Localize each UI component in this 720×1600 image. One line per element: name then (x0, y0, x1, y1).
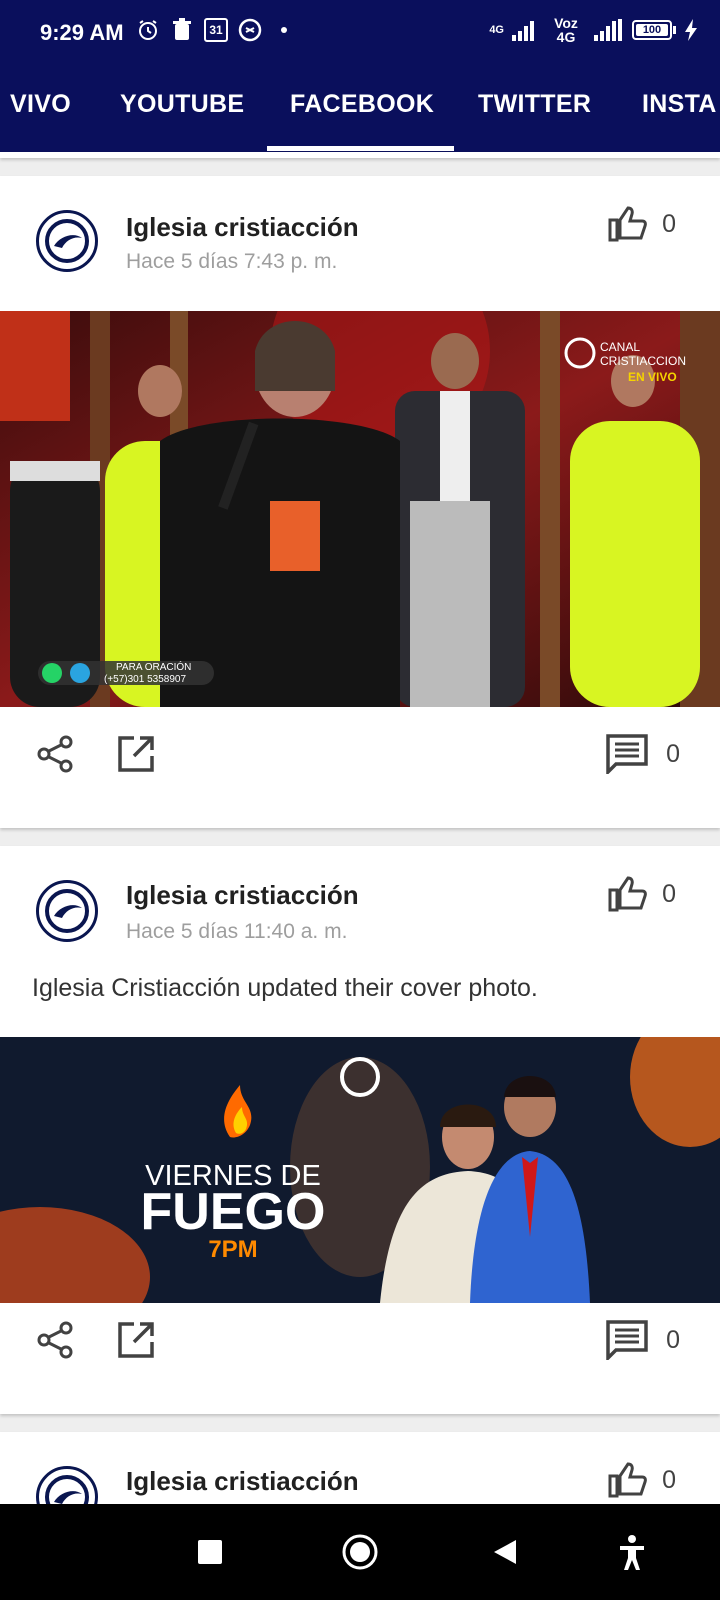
share-icon (37, 1321, 73, 1359)
author-avatar[interactable] (36, 210, 98, 272)
channel-line-2: CRISTIACCION (600, 354, 686, 368)
prayer-phone: (+57)301 5358907 (104, 674, 186, 685)
open-external-button[interactable] (116, 1320, 156, 1365)
church-logo-icon (45, 889, 89, 933)
battery-icon: 100 (632, 20, 676, 40)
comment-icon (606, 1320, 648, 1360)
like-count: 0 (662, 209, 676, 238)
tab-facebook[interactable]: FACEBOOK (290, 90, 434, 119)
like-button[interactable]: 0 (608, 876, 676, 912)
post-card: Iglesia cristiacción Hace 5 días 11:40 a… (0, 846, 720, 1414)
like-count: 0 (662, 879, 676, 908)
post-image[interactable]: CANAL CRISTIACCION EN VIVO PARA ORACIÓN … (0, 311, 720, 707)
trash-icon (170, 18, 194, 42)
like-button[interactable]: 0 (608, 206, 676, 242)
open-external-icon (118, 1322, 154, 1358)
calendar-day: 31 (209, 23, 223, 37)
tab-vivo[interactable]: VIVO (10, 90, 71, 119)
dot-icon (272, 18, 296, 42)
thumbs-up-icon (608, 206, 647, 242)
comment-count: 0 (666, 739, 680, 768)
status-icons: 31 (136, 18, 296, 42)
post-image[interactable]: VIERNES DE FUEGO 7PM (0, 1037, 720, 1303)
post-timestamp: Hace 5 días 11:40 a. m. (126, 920, 348, 943)
tab-youtube[interactable]: YOUTUBE (120, 90, 244, 119)
post-timestamp: Hace 5 días 7:43 p. m. (126, 250, 338, 273)
accessibility-icon[interactable] (618, 1534, 646, 1570)
church-logo-icon (45, 1475, 89, 1504)
selected-tab-indicator (267, 146, 454, 151)
alarm-icon (136, 18, 160, 42)
author-avatar[interactable] (36, 1466, 98, 1504)
thumbs-up-icon (608, 1462, 647, 1498)
banner-line-2: FUEGO (141, 1183, 326, 1241)
author-avatar[interactable] (36, 880, 98, 942)
tab-bar: VIVO YOUTUBE FACEBOOK TWITTER INSTA (0, 56, 720, 152)
tab-instagram[interactable]: INSTA (642, 90, 717, 119)
home-icon[interactable] (340, 1532, 380, 1572)
open-external-button[interactable] (116, 734, 156, 779)
banner-line-3: 7PM (208, 1236, 257, 1263)
battery-level: 100 (636, 24, 668, 36)
charging-icon (685, 19, 697, 41)
thumbs-up-icon (608, 876, 647, 912)
post-card: Iglesia cristiacción 0 (0, 1432, 720, 1504)
post-card: Iglesia cristiacción Hace 5 días 7:43 p.… (0, 176, 720, 828)
comments-button[interactable]: 0 (606, 734, 680, 774)
signal-icon-2 (594, 19, 622, 41)
comment-count: 0 (666, 1325, 680, 1354)
post-actions: 0 (0, 1310, 720, 1370)
navigation-bar (0, 1504, 720, 1600)
signal-icon (512, 21, 534, 41)
like-button[interactable]: 0 (608, 1462, 676, 1498)
post-actions: 0 (0, 724, 720, 784)
prayer-label: PARA ORACIÓN (116, 660, 191, 673)
recents-icon[interactable] (198, 1540, 222, 1564)
post-text: Iglesia Cristiacción updated their cover… (32, 974, 538, 1002)
network-4g-label: 4G (489, 23, 504, 36)
live-label: EN VIVO (628, 370, 677, 384)
share-button[interactable] (36, 734, 76, 779)
post-author[interactable]: Iglesia cristiacción (126, 880, 359, 911)
network-voz-label: Voz 4G (554, 15, 578, 45)
back-icon[interactable] (492, 1538, 518, 1566)
share-button[interactable] (36, 1320, 76, 1365)
comment-icon (606, 734, 648, 774)
vpn-icon (238, 18, 262, 42)
status-time: 9:29 AM (40, 20, 124, 45)
status-bar: 9:29 AM 31 4G Voz 4G 100 (0, 0, 720, 56)
previous-post-card (0, 152, 720, 158)
calendar-icon: 31 (204, 18, 228, 42)
post-author[interactable]: Iglesia cristiacción (126, 1466, 359, 1497)
livestream-photo: CANAL CRISTIACCION EN VIVO PARA ORACIÓN … (0, 311, 720, 707)
tab-twitter[interactable]: TWITTER (478, 90, 591, 119)
like-count: 0 (662, 1465, 676, 1494)
post-author[interactable]: Iglesia cristiacción (126, 212, 359, 243)
comments-button[interactable]: 0 (606, 1320, 680, 1360)
share-icon (37, 735, 73, 773)
church-logo-icon (45, 219, 89, 263)
status-right: 4G Voz 4G 100 (489, 16, 698, 44)
cover-photo: VIERNES DE FUEGO 7PM (0, 1037, 720, 1303)
open-external-icon (118, 736, 154, 772)
channel-line-1: CANAL (600, 340, 640, 354)
